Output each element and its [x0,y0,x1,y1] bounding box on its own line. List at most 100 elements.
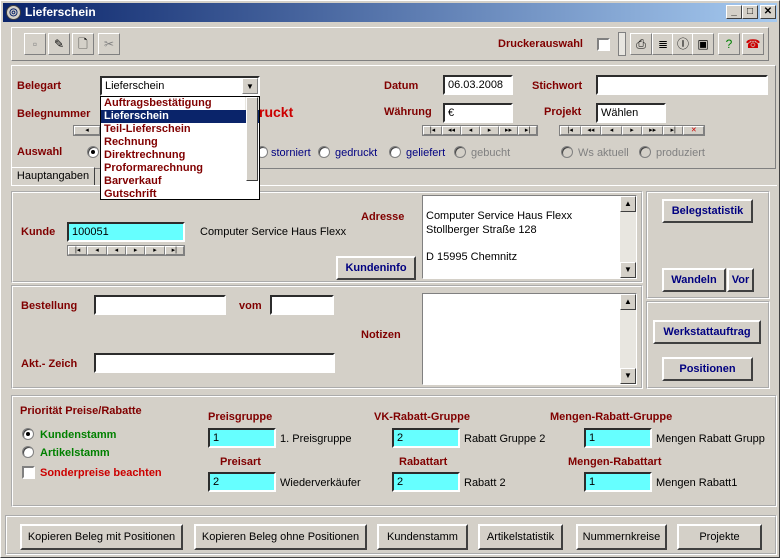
rabattart-label: Rabattart [399,456,448,468]
scroll-up-icon[interactable]: ▲ [620,196,636,212]
radio-kundenstamm[interactable] [22,428,34,440]
adresse-line: D 15995 Chemnitz [426,251,518,263]
belegart-select[interactable]: Lieferschein ▼ [100,76,260,96]
tab-hauptangaben[interactable]: Hauptangaben [11,167,95,186]
projekt-input[interactable]: Wählen [596,103,666,123]
sonderpreise-checkbox[interactable] [22,466,35,479]
dropdown-option[interactable]: Direktrechnung [101,149,259,162]
radio-ws-aktuell[interactable] [561,146,573,158]
dropdown-option[interactable]: Gutschrift [101,188,259,201]
radio-artikelstamm[interactable] [22,446,34,458]
adresse-textarea[interactable]: Computer Service Haus Flexx Stollberger … [422,195,637,279]
projekt-navigator[interactable]: |◂ ◂◂ ◂ ▸ ▸▸ ▸| ✕ [559,125,705,136]
preisart-desc: Wiederverkäufer [280,477,361,489]
bestellung-label: Bestellung [21,300,78,312]
dropdown-option[interactable]: Proformarechnung [101,162,259,175]
close-button[interactable]: ✕ [760,5,776,19]
prioritaet-label: Priorität Preise/Rabatte [20,405,142,417]
positionen-button[interactable]: Positionen [662,357,753,381]
auswahl-label: Auswahl [17,146,63,158]
mengenrabattgruppe-desc: Mengen Rabatt Grupp [656,433,765,445]
dropdown-option[interactable]: Auftragsbestätigung [101,97,259,110]
adresse-line: Computer Service Haus Flexx [426,210,573,222]
page-icon[interactable]: 🗋 [72,33,94,55]
werkstattauftrag-button[interactable]: Werkstattauftrag [653,320,761,344]
druckerauswahl-label: Druckerauswahl [498,38,583,50]
preisart-input[interactable]: 2 [208,472,276,492]
datum-input[interactable]: 06.03.2008 [443,75,513,95]
report-icon[interactable]: ▣ [692,33,714,55]
maximize-button[interactable]: □ [742,5,758,19]
preisart-label: Preisart [220,456,261,468]
scroll-up-icon[interactable]: ▲ [620,294,636,310]
vkrabatt-input[interactable]: 2 [392,428,460,448]
gebucht-label: gebucht [471,147,511,159]
kopieren-ohne-button[interactable]: Kopieren Beleg ohne Positionen [194,524,367,550]
scroll-down-icon[interactable]: ▼ [620,262,636,278]
sonderpreise-label: Sonderpreise beachten [40,467,162,479]
slider-icon[interactable] [618,32,626,56]
mengenrabattart-label: Mengen-Rabattart [568,456,662,468]
kopieren-mit-button[interactable]: Kopieren Beleg mit Positionen [20,524,183,550]
stichwort-input[interactable] [596,75,768,95]
waehrung-input[interactable]: € [443,103,513,123]
preisgruppe-desc: 1. Preisgruppe [280,433,352,445]
dropdown-option[interactable]: Teil-Lieferschein [101,123,259,136]
cut-icon[interactable]: ✂ [98,33,120,55]
phone-icon[interactable]: ☎ [742,33,764,55]
preisgruppe-label: Preisgruppe [208,411,273,423]
dropdown-option-selected[interactable]: Lieferschein [101,110,259,123]
druckerauswahl-checkbox[interactable] [597,38,610,51]
radio-gedruckt[interactable] [318,146,330,158]
vkrabatt-desc: Rabatt Gruppe 2 [464,433,546,445]
produziert-label: produziert [656,147,705,159]
belegnummer-navigator[interactable]: ◂ [73,125,101,136]
belegstatistik-button[interactable]: Belegstatistik [662,199,753,223]
dropdown-option[interactable]: Barverkauf [101,175,259,188]
preisgruppe-input[interactable]: 1 [208,428,276,448]
adresse-label: Adresse [361,211,405,223]
kundeninfo-button[interactable]: Kundeninfo [336,256,416,280]
auswahl-radio-all[interactable] [87,146,99,158]
radio-geliefert[interactable] [389,146,401,158]
info-icon[interactable]: Ⓘ [672,33,694,55]
vor-button[interactable]: Vor [727,268,754,292]
dropdown-option[interactable]: Rechnung [101,136,259,149]
mengenrabattgruppe-input[interactable]: 1 [584,428,652,448]
projekte-button[interactable]: Projekte [677,524,762,550]
geliefert-label: geliefert [406,147,446,159]
kunde-label: Kunde [21,226,56,238]
radio-gebucht[interactable] [454,146,466,158]
kunde-input[interactable]: 100051 [67,222,185,242]
nummernkreise-button[interactable]: Nummernkreise [576,524,667,550]
projekt-label: Projekt [544,106,582,118]
vom-input[interactable] [270,295,334,315]
help-icon[interactable]: ? [718,33,740,55]
waehrung-navigator[interactable]: |◂ ◂◂ ◂ ▸ ▸▸ ▸| [422,125,538,136]
main-window: ◎ Lieferschein _ □ ✕ ▫ ✎ 🗋 ✂ Druckerausw… [0,0,780,558]
new-doc-icon[interactable]: ▫ [24,33,46,55]
kundenstamm-button[interactable]: Kundenstamm [377,524,468,550]
belegnummer-label: Belegnummer [17,108,91,120]
aktzeich-input[interactable] [94,353,335,373]
minimize-button[interactable]: _ [726,5,742,19]
kundenstamm-label: Kundenstamm [40,429,117,441]
edit-icon[interactable]: ✎ [48,33,70,55]
vkrabatt-label: VK-Rabatt-Gruppe [374,411,470,423]
dropdown-scrollbar-thumb[interactable] [246,97,258,181]
kunde-navigator[interactable]: |◂ ◂ ◂ ▸ ▸ ▸| [67,245,185,256]
rabattart-desc: Rabatt 2 [464,477,506,489]
wandeln-button[interactable]: Wandeln [662,268,726,292]
scroll-down-icon[interactable]: ▼ [620,368,636,384]
printer-icon[interactable]: ⎙ [630,33,652,55]
vom-label: vom [239,300,262,312]
radio-produziert[interactable] [639,146,651,158]
bestellung-input[interactable] [94,295,226,315]
artikelstatistik-button[interactable]: Artikelstatistik [478,524,563,550]
chevron-down-icon[interactable]: ▼ [242,78,258,94]
mengenrabattart-desc: Mengen Rabatt1 [656,477,738,489]
rabattart-input[interactable]: 2 [392,472,460,492]
mengenrabattart-input[interactable]: 1 [584,472,652,492]
list-icon[interactable]: ≣ [652,33,674,55]
notizen-textarea[interactable]: ▲ ▼ [422,293,637,385]
